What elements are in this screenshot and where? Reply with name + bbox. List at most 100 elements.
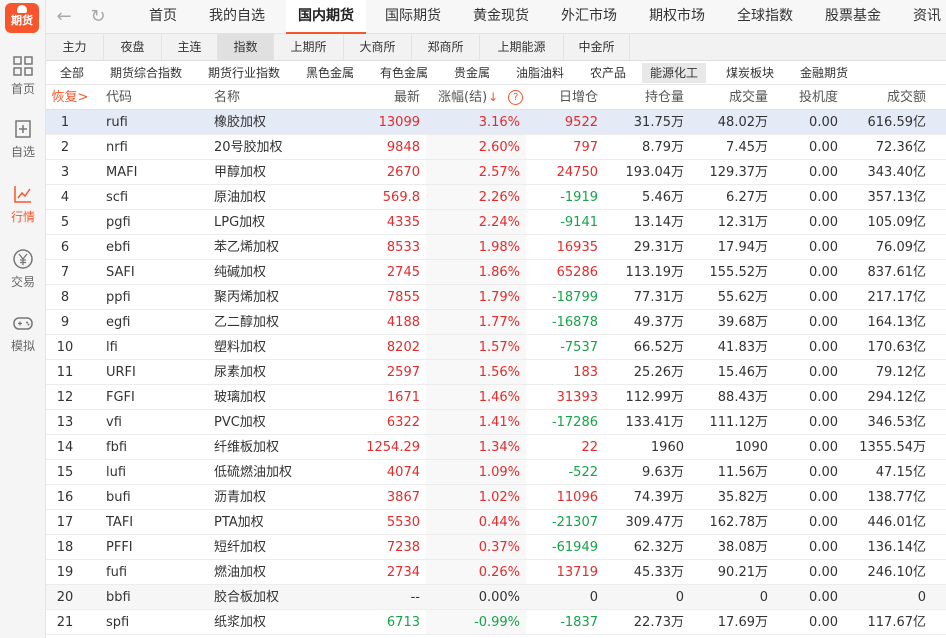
app-logo[interactable]: 期货 — [5, 3, 39, 33]
category-composite-index[interactable]: 期货综合指数 — [102, 63, 190, 83]
category-industry-index[interactable]: 期货行业指数 — [200, 63, 288, 83]
row-code: TAFI — [106, 515, 134, 530]
category-ferrous[interactable]: 黑色金属 — [298, 63, 362, 83]
row-last-price: 4188 — [386, 315, 420, 330]
header-volume[interactable]: 成交量 — [692, 85, 768, 110]
tab-cffex[interactable]: 中金所 — [564, 34, 630, 60]
row-amount: 136.14亿 — [867, 540, 927, 555]
refresh-icon[interactable]: ↻ — [88, 7, 108, 27]
row-volume: 88.43万 — [717, 390, 768, 405]
table-row[interactable]: 3 MAFI 甲醇加权 2670 2.57% 24750 193.04万 129.37万 0.0… — [46, 160, 946, 185]
sidebar-item-market[interactable]: 行情 — [0, 183, 46, 225]
row-change: 1.46% — [478, 390, 520, 405]
header-daily-increase[interactable]: 日增仓 — [526, 85, 598, 110]
table-row[interactable]: 12 FGFI 玻璃加权 1671 1.46% 31393 112.99万 88.43万 0.0… — [46, 385, 946, 410]
row-volume: 1090 — [734, 440, 768, 455]
row-daily-increase: 31393 — [556, 390, 598, 405]
table-row[interactable]: 5 pgfi LPG加权 4335 2.24% -9141 13.14万 12.31万 0.00… — [46, 210, 946, 235]
table-row[interactable]: 7 SAFI 纯碱加权 2745 1.86% 65286 113.19万 155.52万 0.0… — [46, 260, 946, 285]
table-row[interactable]: 11 URFI 尿素加权 2597 1.56% 183 25.26万 15.46万 0.00 79… — [46, 360, 946, 385]
row-index: 10 — [56, 340, 74, 355]
header-speculation[interactable]: 投机度 — [776, 85, 838, 110]
tab-czce[interactable]: 郑商所 — [412, 34, 480, 60]
row-index: 7 — [60, 265, 70, 280]
row-change: 3.16% — [478, 115, 520, 130]
tab-dce[interactable]: 大商所 — [344, 34, 412, 60]
row-index: 4 — [60, 190, 70, 205]
tab-main[interactable]: 主力 — [46, 34, 104, 60]
table-row[interactable]: 4 scfi 原油加权 569.8 2.26% -1919 5.46万 6.27万 0.00 35… — [46, 185, 946, 210]
topnav-options[interactable]: 期权市场 — [649, 0, 705, 34]
table-row[interactable]: 2 nrfi 20号胶加权 9848 2.60% 797 8.79万 7.45万 0.00 72.… — [46, 135, 946, 160]
table-row[interactable]: 8 ppfi 聚丙烯加权 7855 1.79% -18799 77.31万 55.62万 0.0… — [46, 285, 946, 310]
tab-shfe[interactable]: 上期所 — [274, 34, 344, 60]
category-energy-chem[interactable]: 能源化工 — [642, 63, 707, 83]
row-change: 2.24% — [478, 215, 520, 230]
sidebar-item-watchlist[interactable]: 自选 — [0, 118, 46, 160]
table-row[interactable]: 18 PFFI 短纤加权 7238 0.37% -61949 62.32万 38.08万 0.0… — [46, 535, 946, 560]
table-row[interactable]: 13 vfi PVC加权 6322 1.41% -17286 133.41万 111.12万 0… — [46, 410, 946, 435]
row-change: 0.00% — [478, 590, 520, 605]
table-header: 恢复> 代码 名称 最新 涨幅(结)↓? 日增仓 持仓量 成交量 投机度 成交额 — [46, 85, 946, 110]
topnav-news[interactable]: 资讯中 — [913, 0, 946, 34]
row-amount: 76.09亿 — [875, 240, 926, 255]
topnav-intl-futures[interactable]: 国际期货 — [385, 0, 441, 34]
row-open-interest: 29.31万 — [633, 240, 684, 255]
back-arrow-icon[interactable]: ← — [54, 7, 74, 27]
header-last[interactable]: 最新 — [346, 85, 420, 110]
row-volume: 129.37万 — [709, 165, 769, 180]
header-amount[interactable]: 成交额 — [846, 85, 926, 110]
sidebar-item-simulate[interactable]: 模拟 — [0, 312, 46, 354]
table-row[interactable]: 14 fbfi 纤维板加权 1254.29 1.34% 22 1960 1090 0.00 135… — [46, 435, 946, 460]
sidebar-item-home[interactable]: 首页 — [0, 55, 46, 97]
category-coal[interactable]: 煤炭板块 — [718, 63, 782, 83]
row-change: 2.26% — [478, 190, 520, 205]
table-row[interactable]: 1 rufi 橡胶加权 13099 3.16% 9522 31.75万 48.02万 0.00 6… — [46, 110, 946, 135]
row-code: fbfi — [106, 440, 128, 455]
category-agri[interactable]: 农产品 — [582, 63, 634, 83]
row-amount: 138.77亿 — [867, 490, 927, 505]
category-all[interactable]: 全部 — [52, 63, 92, 83]
tab-night[interactable]: 夜盘 — [104, 34, 162, 60]
category-nonferrous[interactable]: 有色金属 — [372, 63, 436, 83]
row-speculation: 0.00 — [809, 190, 838, 205]
tab-continuous[interactable]: 主连 — [162, 34, 218, 60]
table-row[interactable]: 19 fufi 燃油加权 2734 0.26% 13719 45.33万 90.21万 0.00… — [46, 560, 946, 585]
topnav-domestic-futures[interactable]: 国内期货 — [286, 0, 366, 34]
row-open-interest: 309.47万 — [625, 515, 685, 530]
table-row[interactable]: 20 bbfi 胶合板加权 -- 0.00% 0 0 0 0.00 0 — [46, 585, 946, 610]
table-row[interactable]: 17 TAFI PTA加权 5530 0.44% -21307 309.47万 162.78万… — [46, 510, 946, 535]
tab-ine[interactable]: 上期能源 — [480, 34, 564, 60]
topnav-gold-spot[interactable]: 黄金现货 — [473, 0, 529, 34]
row-change: 1.79% — [478, 290, 520, 305]
row-last-price: 5530 — [386, 515, 420, 530]
help-icon[interactable]: ? — [508, 90, 524, 105]
table-row[interactable]: 21 spfi 纸浆加权 6713 -0.99% -1837 22.73万 17.69万 0.0… — [46, 610, 946, 635]
tab-index[interactable]: 指数 — [218, 34, 274, 60]
topnav-watchlist[interactable]: 我的自选 — [209, 0, 265, 34]
topnav-global-index[interactable]: 全球指数 — [737, 0, 793, 34]
category-financial[interactable]: 金融期货 — [792, 63, 856, 83]
sidebar-item-trade[interactable]: 交易 — [0, 248, 46, 290]
row-last-price: 7238 — [386, 540, 420, 555]
row-code: scfi — [106, 190, 129, 205]
sidebar-item-label: 首页 — [10, 82, 35, 96]
table-row[interactable]: 15 lufi 低硫燃油加权 4074 1.09% -522 9.63万 11.56万 0.00… — [46, 460, 946, 485]
table-row[interactable]: 16 bufi 沥青加权 3867 1.02% 11096 74.39万 35.82万 0.00… — [46, 485, 946, 510]
topnav-stock-fund[interactable]: 股票基金 — [825, 0, 881, 34]
table-row[interactable]: 10 lfi 塑料加权 8202 1.57% -7537 66.52万 41.83万 0.00 1… — [46, 335, 946, 360]
header-code[interactable]: 代码 — [106, 85, 196, 110]
topnav-forex[interactable]: 外汇市场 — [561, 0, 617, 34]
row-code: lufi — [106, 465, 127, 480]
category-oils[interactable]: 油脂油料 — [508, 63, 572, 83]
topnav-home[interactable]: 首页 — [149, 0, 177, 34]
category-precious[interactable]: 贵金属 — [446, 63, 498, 83]
row-open-interest: 13.14万 — [633, 215, 684, 230]
table-row[interactable]: 9 egfi 乙二醇加权 4188 1.77% -16878 49.37万 39.68万 0.0… — [46, 310, 946, 335]
header-open-interest[interactable]: 持仓量 — [606, 85, 684, 110]
row-daily-increase: 22 — [581, 440, 598, 455]
restore-link[interactable]: 恢复> — [46, 85, 94, 110]
row-speculation: 0.00 — [809, 240, 838, 255]
row-last-price: 13099 — [378, 115, 420, 130]
table-row[interactable]: 6 ebfi 苯乙烯加权 8533 1.98% 16935 29.31万 17.94万 0.00… — [46, 235, 946, 260]
